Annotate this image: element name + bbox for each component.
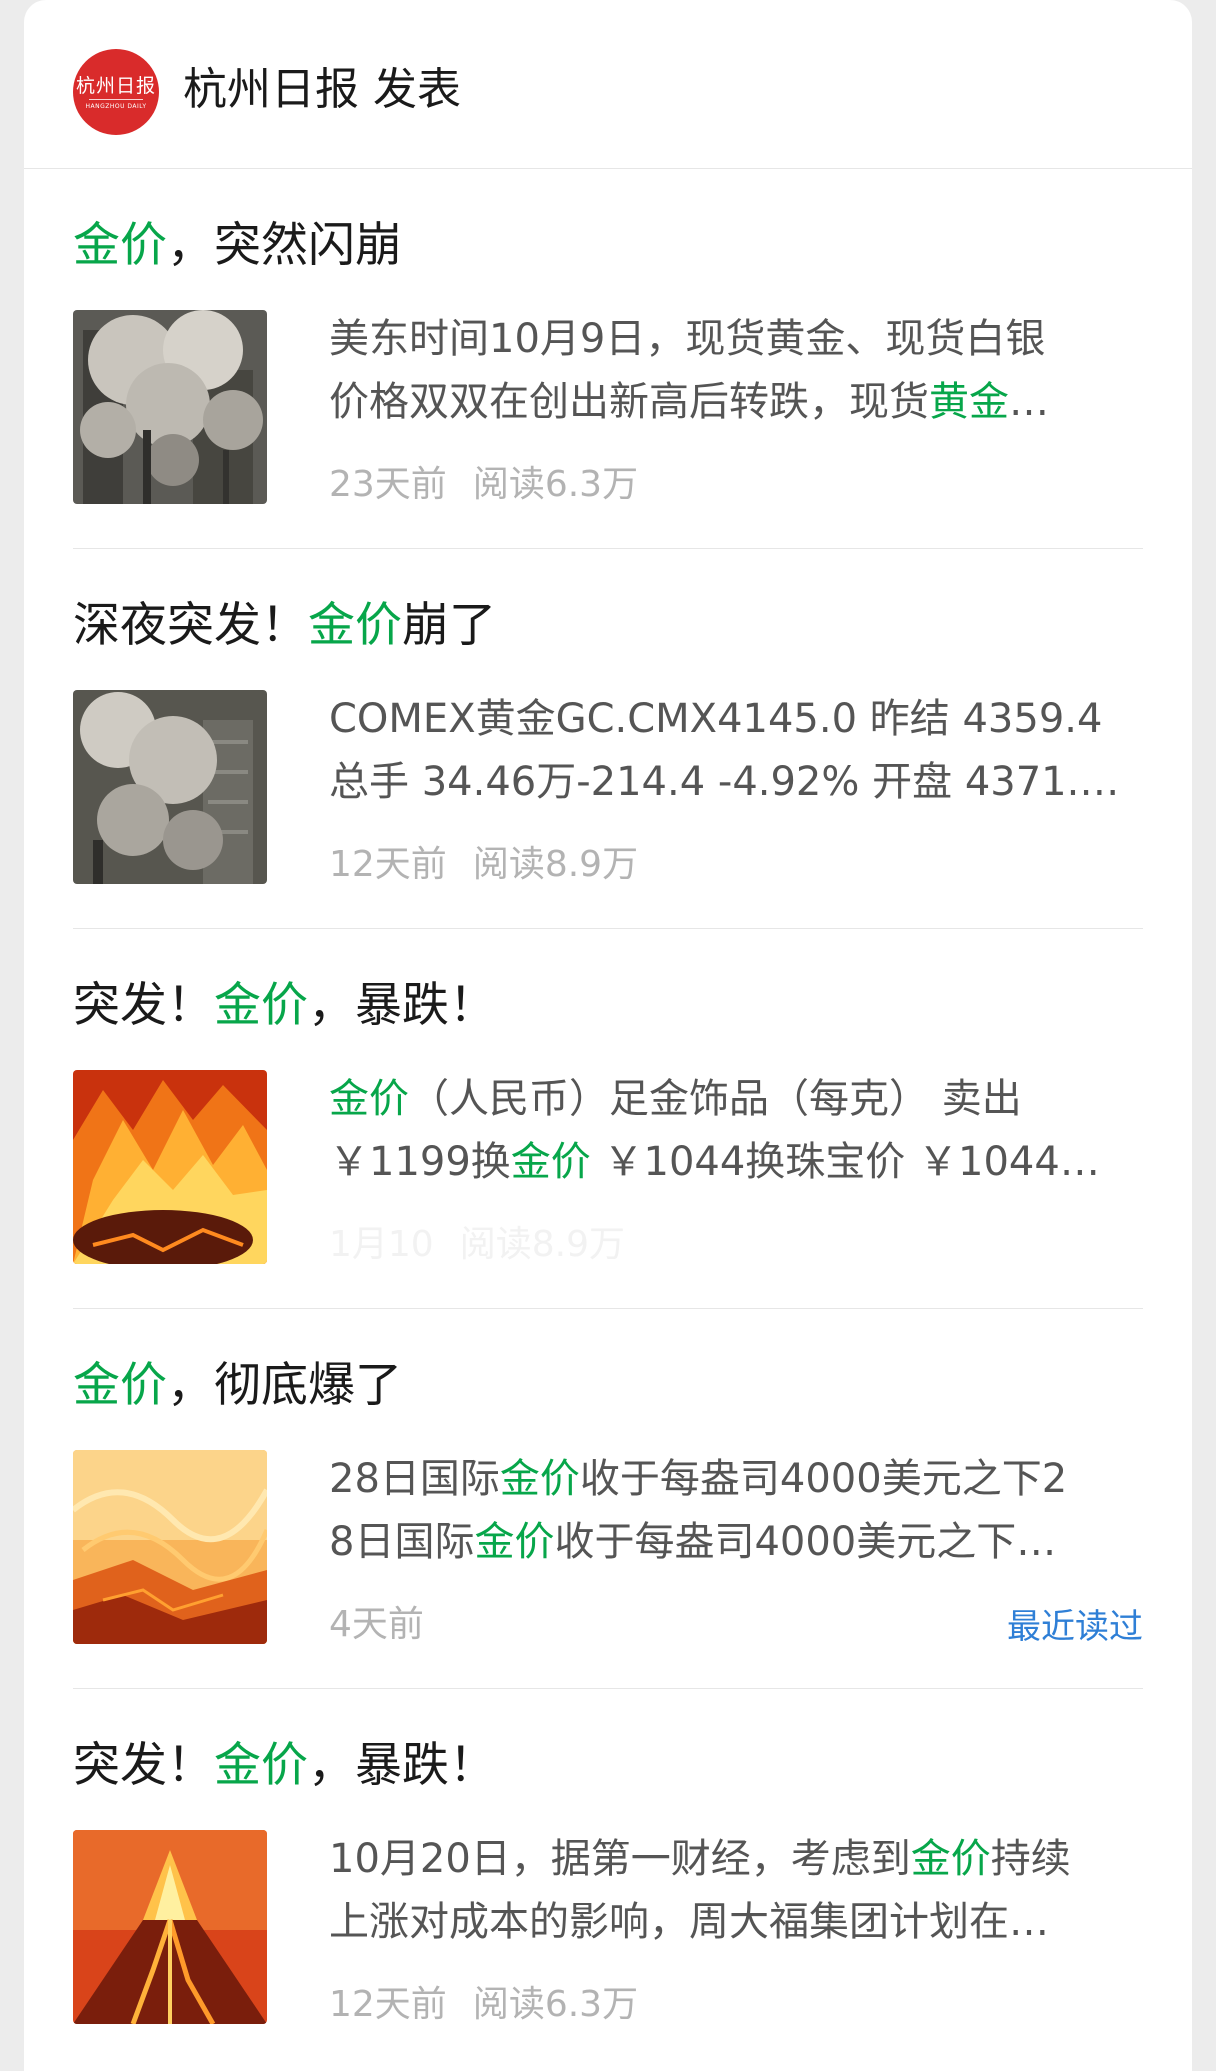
excerpt-line: 价格双双在创出新高后转跌，现货黄金… bbox=[329, 371, 1143, 434]
excerpt-line: 上涨对成本的影响，周大福集团计划在… bbox=[329, 1891, 1143, 1954]
article-title[interactable]: 突发！金价，暴跌！ bbox=[73, 1734, 496, 1798]
publisher-logo[interactable]: 杭州日报 HANGZHOU DAILY bbox=[73, 49, 159, 135]
article-excerpt[interactable]: COMEX黄金GC.CMX4145.0 昨结 4359.4 总手 34.46万-… bbox=[329, 688, 1143, 814]
excerpt-text: 上涨对成本的影响，周大福集团计划在… bbox=[329, 1899, 1049, 1945]
article-title[interactable]: 金价，突然闪崩 bbox=[73, 214, 402, 278]
publish-time: 12天前 bbox=[329, 1984, 447, 2025]
article-meta: 12天前 阅读6.3万 bbox=[329, 1980, 638, 2030]
article-item-4[interactable]: 金价，彻底爆了 28日国际金价收于每盎司4000美元之下2 8日国际金价收于每盎… bbox=[73, 1308, 1143, 1689]
article-title[interactable]: 突发！金价，暴跌！ bbox=[73, 974, 496, 1038]
article-item-5[interactable]: 突发！金价，暴跌！ 10月20日，据第一财经，考虑到金价持续 上涨对成本的影响，… bbox=[73, 1688, 1143, 2068]
article-excerpt[interactable]: 28日国际金价收于每盎司4000美元之下2 8日国际金价收于每盎司4000美元之… bbox=[329, 1448, 1143, 1574]
excerpt-line: 美东时间10月9日，现货黄金、现货白银 bbox=[329, 308, 1143, 371]
fire-image[interactable] bbox=[73, 1070, 267, 1264]
logo-subtext: HANGZHOU DAILY bbox=[85, 103, 147, 110]
title-highlight: 金价 bbox=[73, 218, 167, 273]
excerpt-highlight: 金价 bbox=[510, 1139, 591, 1185]
excerpt-text: 持续 bbox=[990, 1836, 1071, 1882]
excerpt-text: 总手 34.46万-214.4 -4.92% 开盘 4371.… bbox=[329, 759, 1120, 805]
title-highlight: 金价 bbox=[73, 1358, 167, 1413]
excerpt-line: 金价（人民币）足金饰品（每克） 卖出 bbox=[329, 1068, 1143, 1131]
excerpt-line: 28日国际金价收于每盎司4000美元之下2 bbox=[329, 1448, 1143, 1511]
article-excerpt[interactable]: 10月20日，据第一财经，考虑到金价持续 上涨对成本的影响，周大福集团计划在… bbox=[329, 1828, 1143, 1954]
title-text: 突发！ bbox=[73, 978, 214, 1033]
title-highlight: 金价 bbox=[214, 1738, 308, 1793]
read-count: 阅读6.3万 bbox=[472, 464, 639, 505]
excerpt-text: 28日国际 bbox=[329, 1456, 500, 1502]
excerpt-line: 10月20日，据第一财经，考虑到金价持续 bbox=[329, 1828, 1143, 1891]
article-title[interactable]: 金价，彻底爆了 bbox=[73, 1354, 402, 1418]
excerpt-line: ￥1199换金价 ￥1044换珠宝价 ￥1044… bbox=[329, 1131, 1143, 1194]
logo-divider bbox=[89, 99, 143, 100]
publisher-title[interactable]: 杭州日报 发表 bbox=[183, 60, 461, 120]
excerpt-highlight: 金价 bbox=[499, 1456, 580, 1502]
logo-text: 杭州日报 bbox=[75, 75, 156, 97]
article-meta: 1月10 阅读8.9万 bbox=[329, 1220, 625, 1270]
excerpt-text: 价格双双在创出新高后转跌，现货 bbox=[329, 379, 929, 425]
excerpt-text: 10月20日，据第一财经，考虑到 bbox=[329, 1836, 911, 1882]
publish-time: 23天前 bbox=[329, 464, 447, 505]
recently-read-badge: 最近读过 bbox=[1007, 1607, 1143, 1647]
article-item-1[interactable]: 金价，突然闪崩 美东时间10月9日，现货黄金、现货白银 价格双双在创出新高后转跌… bbox=[73, 168, 1143, 549]
title-highlight: 金价 bbox=[214, 978, 308, 1033]
title-text: ，彻底爆了 bbox=[167, 1358, 402, 1413]
excerpt-text: ￥1044换珠宝价 ￥1044… bbox=[590, 1139, 1100, 1185]
article-item-3[interactable]: 突发！金价，暴跌！ 金价（人民币）足金饰品（每克） 卖出 ￥1199换金价 ￥1… bbox=[73, 928, 1143, 1309]
excerpt-text: 收于每盎司4000美元之下2 bbox=[579, 1456, 1068, 1502]
smoke-image[interactable] bbox=[73, 690, 267, 884]
publish-time: 12天前 bbox=[329, 844, 447, 885]
excerpt-text: 收于每盎司4000美元之下… bbox=[554, 1519, 1057, 1565]
excerpt-line: 总手 34.46万-214.4 -4.92% 开盘 4371.… bbox=[329, 751, 1143, 814]
article-title[interactable]: 深夜突发！金价崩了 bbox=[73, 594, 496, 658]
excerpt-text: 美东时间10月9日，现货黄金、现货白银 bbox=[329, 316, 1046, 362]
excerpt-text: ￥1199换 bbox=[329, 1139, 511, 1185]
article-meta: 4天前 bbox=[329, 1600, 424, 1650]
read-count: 阅读8.9万 bbox=[472, 844, 639, 885]
smoke-image[interactable] bbox=[73, 310, 267, 504]
article-excerpt[interactable]: 美东时间10月9日，现货黄金、现货白银 价格双双在创出新高后转跌，现货黄金… bbox=[329, 308, 1143, 434]
article-meta: 23天前 阅读6.3万 bbox=[329, 460, 638, 510]
excerpt-highlight: 金价 bbox=[910, 1836, 991, 1882]
article-item-2[interactable]: 深夜突发！金价崩了 COMEX黄金GC.CMX4145.0 昨结 4359.4 … bbox=[73, 548, 1143, 929]
excerpt-text: 8日国际 bbox=[329, 1519, 475, 1565]
excerpt-highlight: 黄金 bbox=[929, 379, 1009, 425]
title-highlight: 金价 bbox=[308, 598, 402, 653]
excerpt-line: COMEX黄金GC.CMX4145.0 昨结 4359.4 bbox=[329, 688, 1143, 751]
volcano-image[interactable] bbox=[73, 1830, 267, 2024]
publisher-header[interactable]: 杭州日报 HANGZHOU DAILY 杭州日报 发表 bbox=[24, 0, 1192, 169]
read-count: 阅读8.9万 bbox=[459, 1224, 625, 1265]
title-text: ，暴跌！ bbox=[308, 978, 496, 1033]
excerpt-text: （人民币）足金饰品（每克） 卖出 bbox=[409, 1076, 1022, 1122]
excerpt-line: 8日国际金价收于每盎司4000美元之下… bbox=[329, 1511, 1143, 1574]
article-meta: 12天前 阅读8.9万 bbox=[329, 840, 638, 890]
article-excerpt[interactable]: 金价（人民币）足金饰品（每克） 卖出 ￥1199换金价 ￥1044换珠宝价 ￥1… bbox=[329, 1068, 1143, 1194]
excerpt-text: … bbox=[1009, 379, 1049, 425]
read-count: 阅读6.3万 bbox=[472, 1984, 639, 2025]
lava-image[interactable] bbox=[73, 1450, 267, 1644]
excerpt-highlight: 金价 bbox=[329, 1076, 409, 1122]
title-text: 崩了 bbox=[402, 598, 496, 653]
article-list-card: 杭州日报 HANGZHOU DAILY 杭州日报 发表 金价，突然闪崩 美东时间… bbox=[24, 0, 1192, 2071]
publish-time: 1月10 bbox=[329, 1224, 434, 1265]
title-text: ，突然闪崩 bbox=[167, 218, 402, 273]
excerpt-highlight: 金价 bbox=[474, 1519, 555, 1565]
publish-time: 4天前 bbox=[329, 1604, 424, 1645]
title-text: 深夜突发！ bbox=[73, 598, 308, 653]
excerpt-text: COMEX黄金GC.CMX4145.0 昨结 4359.4 bbox=[329, 696, 1103, 742]
title-text: ，暴跌！ bbox=[308, 1738, 496, 1793]
title-text: 突发！ bbox=[73, 1738, 214, 1793]
